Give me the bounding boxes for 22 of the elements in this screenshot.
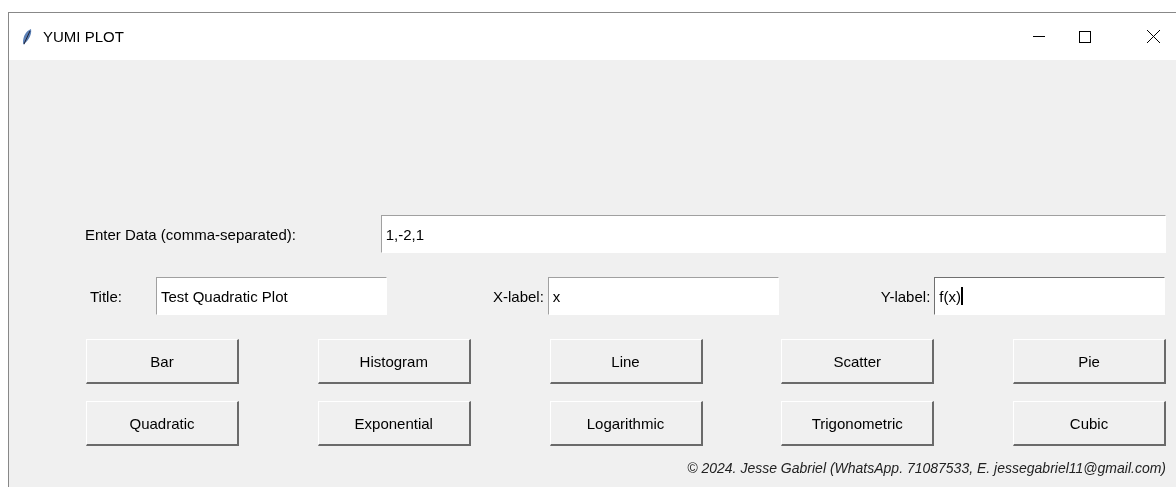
text-cursor — [960, 287, 963, 305]
plot-button[interactable]: Quadratic — [86, 401, 239, 446]
text-field[interactable]: 1,-2,1 — [380, 215, 1166, 253]
field-label: Y-label: — [880, 287, 931, 305]
text-field[interactable]: x — [547, 277, 779, 315]
plot-button[interactable]: Trigonometric — [781, 401, 935, 446]
plot-button[interactable]: Exponential — [317, 401, 471, 446]
plot-button[interactable]: Scatter — [781, 339, 935, 384]
text-field[interactable]: f(x) — [934, 277, 1166, 315]
field-label: X-label: — [492, 287, 544, 305]
plot-button[interactable]: Line — [549, 339, 703, 384]
plot-button[interactable]: Bar — [86, 339, 239, 384]
field-label: Title: — [90, 287, 122, 305]
field-label: Enter Data (comma-separated): — [85, 225, 297, 243]
plot-button[interactable]: Histogram — [317, 339, 471, 384]
window-title: YUMI PLOT — [43, 28, 125, 45]
text-field[interactable]: Test Quadratic Plot — [155, 277, 387, 315]
plot-button[interactable]: Pie — [1013, 339, 1166, 384]
plot-button[interactable]: Logarithmic — [549, 401, 703, 446]
copyright-text: © 2024. Jesse Gabriel (WhatsApp. 71087533, E. jessegabriel11@gmail.com) — [687, 460, 1166, 476]
feather-icon — [21, 27, 33, 46]
plot-button[interactable]: Cubic — [1013, 401, 1166, 446]
